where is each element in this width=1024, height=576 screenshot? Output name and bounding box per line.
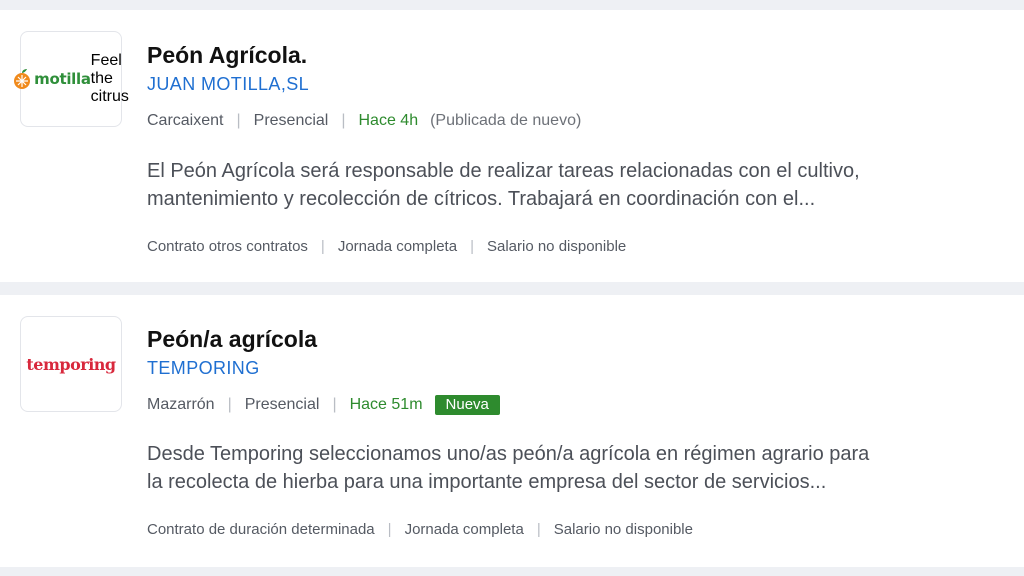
separator: |	[227, 396, 232, 413]
job-work-mode: Presencial	[253, 112, 329, 129]
separator: |	[236, 112, 241, 129]
job-location: Mazarrón	[147, 396, 215, 413]
job-card[interactable]: temporing Peón/a agrícola TEMPORING Maza…	[0, 295, 1024, 567]
separator: |	[536, 521, 541, 538]
salary-info: Salario no disponible	[553, 521, 693, 538]
contract-type: Contrato otros contratos	[147, 238, 308, 255]
job-location: Carcaixent	[147, 112, 224, 129]
schedule-type: Jornada completa	[337, 238, 458, 255]
new-badge: Nueva	[434, 395, 500, 415]
separator: |	[332, 396, 337, 413]
company-name-link[interactable]: JUAN MOTILLA,SL	[147, 74, 309, 95]
motilla-logo: motilla	[13, 68, 91, 90]
temporing-logo: temporing	[26, 354, 116, 374]
posted-time: Hace 4h	[358, 112, 419, 129]
orange-fruit-icon	[14, 69, 31, 89]
company-logo[interactable]: motilla Feel the citrus	[14, 31, 129, 127]
job-description: El Peón Agrícola será responsable de rea…	[147, 160, 860, 210]
job-description: Desde Temporing seleccionamos uno/as peó…	[147, 443, 870, 493]
job-card[interactable]: motilla Feel the citrus Peón Agrícola. J…	[0, 10, 1024, 282]
separator: |	[470, 238, 474, 255]
separator: |	[387, 521, 392, 538]
job-meta: Mazarrón | Presencial | Hace 51m Nueva	[147, 395, 500, 415]
company-logo[interactable]: temporing	[20, 316, 122, 412]
job-title[interactable]: Peón Agrícola.	[147, 42, 307, 69]
salary-info: Salario no disponible	[486, 238, 627, 255]
posted-time: Hace 51m	[349, 396, 423, 413]
separator: |	[341, 112, 346, 129]
logo-wordmark: motilla	[34, 70, 91, 88]
republished-note: (Publicada de nuevo)	[430, 112, 582, 129]
logo-tagline: Feel the citrus	[90, 52, 129, 105]
job-title[interactable]: Peón/a agrícola	[147, 326, 317, 353]
separator: |	[320, 238, 325, 255]
job-work-mode: Presencial	[244, 396, 320, 413]
schedule-type: Jornada completa	[404, 521, 524, 538]
job-list: motilla Feel the citrus Peón Agrícola. J…	[0, 0, 1024, 576]
job-conditions: Contrato de duración determinada | Jorna…	[147, 521, 693, 538]
job-meta: Carcaixent | Presencial | Hace 4h (Publi…	[147, 112, 581, 130]
contract-type: Contrato de duración determinada	[147, 521, 375, 538]
company-name-link[interactable]: TEMPORING	[147, 358, 260, 379]
job-conditions: Contrato otros contratos | Jornada compl…	[147, 238, 626, 255]
